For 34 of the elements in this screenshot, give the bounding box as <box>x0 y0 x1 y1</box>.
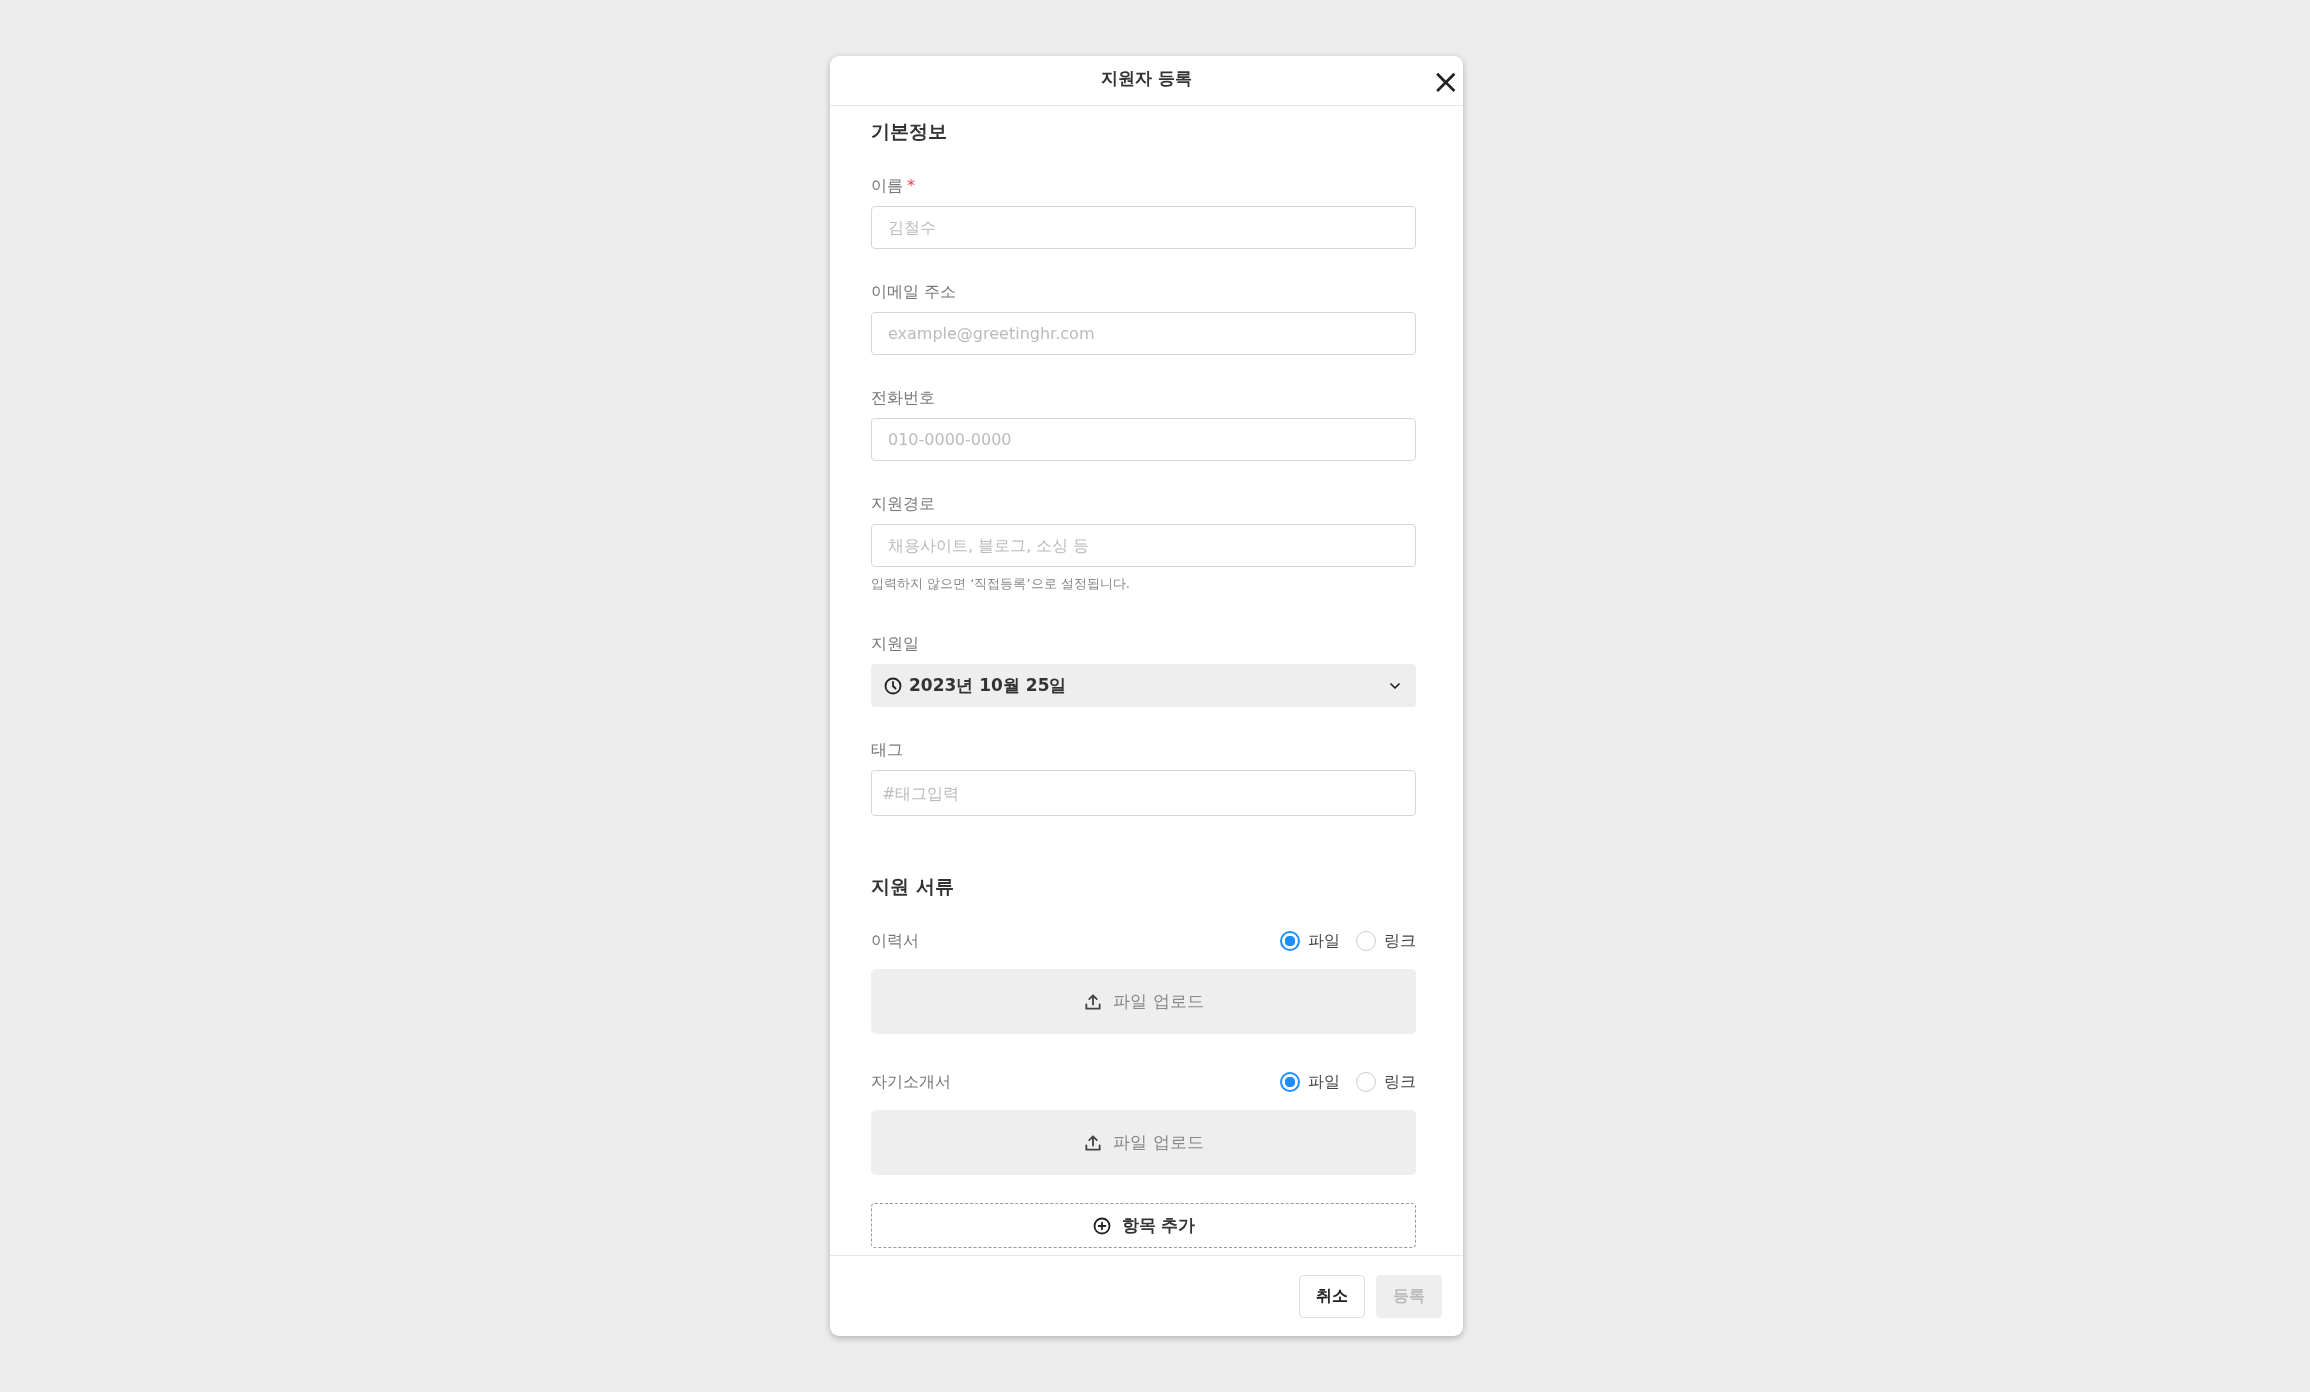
document-label: 이력서 <box>871 930 919 952</box>
radio-label: 파일 <box>1308 1071 1340 1093</box>
radio-button[interactable] <box>1280 1072 1300 1092</box>
cancel-button[interactable]: 취소 <box>1299 1274 1365 1318</box>
field-label: 이름 * <box>871 174 1416 198</box>
field-label: 지원일 <box>871 633 920 655</box>
input-field[interactable]: 010-0000-0000 <box>871 418 1416 461</box>
radio-label: 링크 <box>1384 930 1416 952</box>
close-button[interactable]: × <box>1429 65 1462 96</box>
dialog-title: 지원자 등록 <box>1101 67 1192 90</box>
field-label: 이메일 주소 <box>871 281 958 303</box>
add-item-label: 항목 추가 <box>1121 1214 1196 1237</box>
date-value: 2023년 10월 25일 <box>909 674 1068 697</box>
helper-text: 입력하지 않으면 ‘직접등록’으로 설정됩니다. <box>871 575 1131 592</box>
upload-label: 파일 업로드 <box>1113 990 1204 1013</box>
input-field[interactable]: 김철수 <box>871 206 1416 249</box>
date-dropdown[interactable]: 2023년 10월 25일 <box>871 664 1416 707</box>
document-label: 자기소개서 <box>871 1071 951 1093</box>
section-title: 지원 서류 <box>871 874 955 899</box>
add-item-button[interactable]: 항목 추가 <box>871 1203 1416 1248</box>
upload-label: 파일 업로드 <box>1113 1131 1204 1154</box>
required-mark: * <box>907 175 915 197</box>
field-label: 태그 <box>871 739 904 761</box>
radio-label: 링크 <box>1384 1071 1416 1093</box>
field-label: 지원경로 <box>871 493 936 515</box>
clock-icon <box>883 675 903 696</box>
input-field[interactable]: 채용사이트, 블로그, 소싱 등 <box>871 524 1416 567</box>
tag-input-field[interactable]: #태그입력 <box>871 770 1416 816</box>
plus-circle-icon <box>1091 1215 1112 1236</box>
input-field[interactable]: example@greetinghr.com <box>871 312 1416 355</box>
section-title: 기본정보 <box>871 119 948 144</box>
radio-button[interactable] <box>1280 931 1300 951</box>
field-label: 전화번호 <box>871 387 936 409</box>
radio-label: 파일 <box>1308 930 1340 952</box>
